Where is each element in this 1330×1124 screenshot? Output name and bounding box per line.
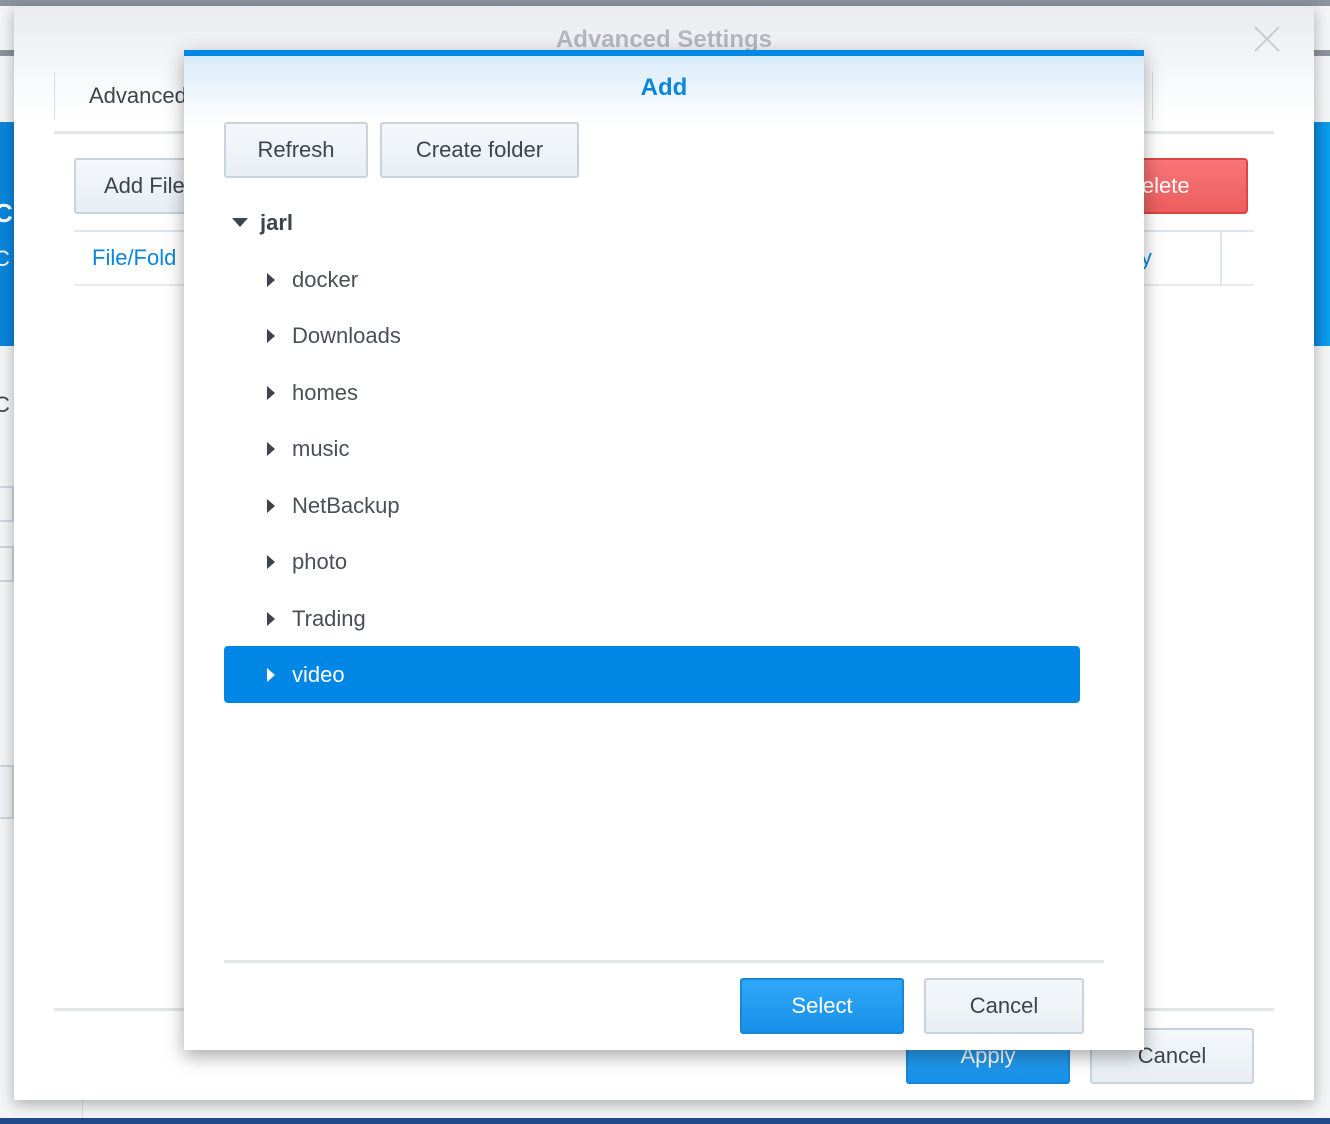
- tree-label: jarl: [260, 209, 294, 235]
- tree-item[interactable]: music: [224, 420, 1080, 477]
- tree-item[interactable]: NetBackup: [224, 477, 1080, 534]
- tree-label: docker: [292, 266, 359, 292]
- column-header-file-folder[interactable]: File/Fold: [92, 232, 176, 284]
- background-text: C: [0, 246, 10, 271]
- expand-arrow-icon[interactable]: [267, 667, 275, 682]
- background-button: [0, 765, 14, 819]
- tree-label: music: [292, 435, 350, 461]
- background-field: [0, 546, 14, 582]
- tree-item[interactable]: photo: [224, 533, 1080, 590]
- taskbar: [0, 1118, 1330, 1124]
- tree-item[interactable]: Downloads: [224, 307, 1080, 364]
- tree-label: Trading: [292, 605, 366, 631]
- tree-label: video: [292, 661, 345, 687]
- dialog-cancel-button[interactable]: Cancel: [924, 978, 1084, 1034]
- background-field: [0, 486, 14, 522]
- tab-advanced[interactable]: Advanced: [54, 72, 187, 120]
- tree-item[interactable]: homes: [224, 364, 1080, 421]
- tree-label: photo: [292, 548, 348, 574]
- expand-arrow-icon[interactable]: [267, 441, 275, 456]
- dialog-footer-divider: [224, 960, 1104, 963]
- refresh-button[interactable]: Refresh: [224, 122, 368, 178]
- tab-divider: [1152, 72, 1153, 120]
- tree-item[interactable]: docker: [224, 251, 1080, 308]
- expand-arrow-icon[interactable]: [267, 272, 275, 287]
- tree-label: NetBackup: [292, 492, 400, 518]
- dialog-title: Add: [640, 74, 688, 101]
- create-folder-button[interactable]: Create folder: [380, 122, 579, 178]
- background-panel: [0, 122, 14, 346]
- close-icon[interactable]: [1254, 26, 1280, 52]
- tree-label: Downloads: [292, 322, 401, 348]
- collapse-arrow-icon[interactable]: [232, 218, 248, 227]
- expand-arrow-icon[interactable]: [267, 611, 275, 626]
- tree-item[interactable]: Trading: [224, 590, 1080, 647]
- tree-root-jarl[interactable]: jarl: [224, 194, 1080, 251]
- add-dialog: Add Refresh Create folder jarl docker Do…: [184, 50, 1144, 1050]
- expand-arrow-icon[interactable]: [267, 498, 275, 513]
- background-bar: [1314, 50, 1330, 56]
- expand-arrow-icon[interactable]: [267, 385, 275, 400]
- background-text: C: [0, 392, 10, 417]
- select-button[interactable]: Select: [740, 978, 904, 1034]
- expand-arrow-icon[interactable]: [267, 328, 275, 343]
- column-divider: [1220, 232, 1222, 286]
- expand-arrow-icon[interactable]: [267, 554, 275, 569]
- tree-label: homes: [292, 379, 359, 405]
- background-divider: [82, 1100, 83, 1118]
- tree-item-selected[interactable]: video: [224, 646, 1080, 703]
- background-text: C: [0, 198, 13, 228]
- background-bar: [0, 50, 14, 56]
- background-panel: [1314, 122, 1330, 346]
